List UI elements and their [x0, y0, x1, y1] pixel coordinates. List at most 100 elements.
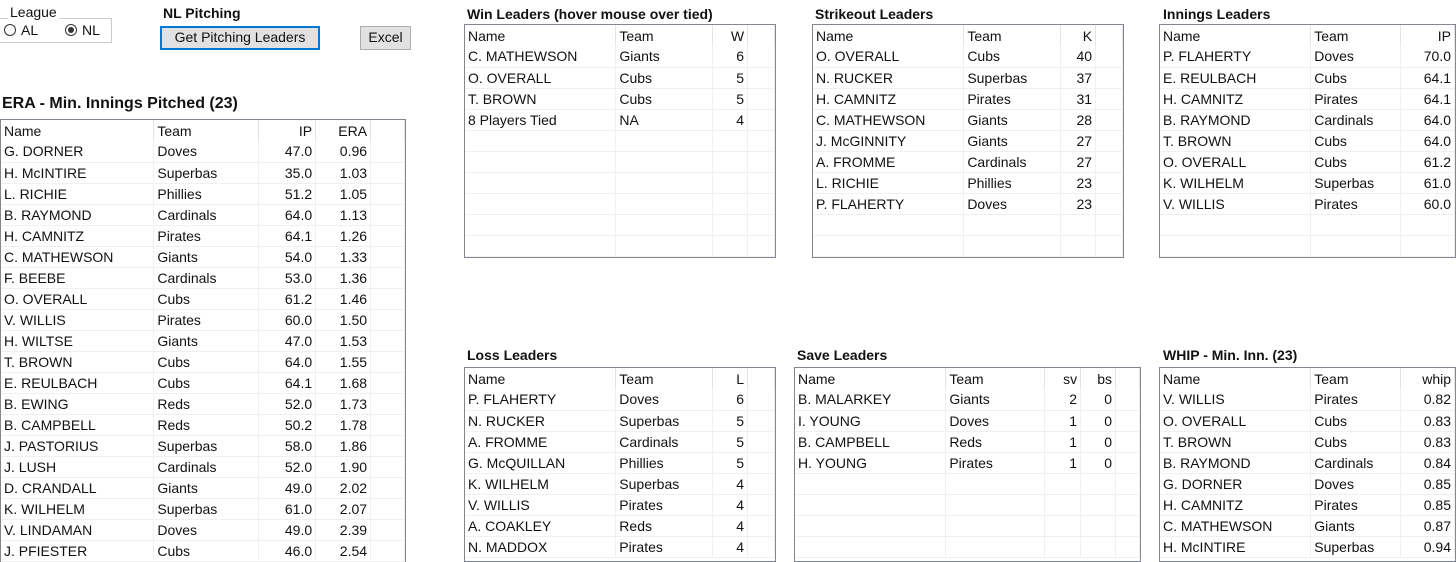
- column-header-cell[interactable]: Name: [1160, 25, 1312, 46]
- column-header-cell[interactable]: W: [712, 25, 749, 46]
- table-row[interactable]: V. LINDAMAN Doves 49.0 2.39: [1, 519, 405, 541]
- excel-button[interactable]: Excel: [360, 26, 411, 50]
- table-row[interactable]: O. OVERALL Cubs 61.2 1.46: [1, 288, 405, 310]
- table-row[interactable]: E. REULBACH Cubs 64.1 1.68: [1, 372, 405, 394]
- table-row[interactable]: B. CAMPBELL Reds 50.2 1.78: [1, 414, 405, 436]
- table-row[interactable]: C. MATHEWSON Giants 0.87: [1160, 515, 1455, 537]
- table-row[interactable]: O. OVERALL Cubs 61.2: [1160, 151, 1455, 173]
- empty-row[interactable]: [813, 235, 1123, 257]
- table-row[interactable]: 8 Players Tied NA 4: [465, 109, 775, 131]
- era-table[interactable]: Name Team IP ERA G. DORNER Doves 47.0 0.96 H. Mc…: [0, 119, 406, 562]
- column-header-cell[interactable]: Team: [1310, 368, 1402, 389]
- table-row[interactable]: N. RUCKER Superbas 5: [465, 410, 775, 432]
- empty-row[interactable]: [465, 172, 775, 194]
- table-row[interactable]: A. FROMME Cardinals 27: [813, 151, 1123, 173]
- table-row[interactable]: P. FLAHERTY Doves 6: [465, 389, 775, 411]
- table-row[interactable]: G. DORNER Doves 0.85: [1160, 473, 1455, 495]
- column-header-cell[interactable]: Team: [963, 25, 1062, 46]
- table-row[interactable]: P. FLAHERTY Doves 70.0: [1160, 46, 1455, 68]
- table-row[interactable]: H. CAMNITZ Pirates 31: [813, 88, 1123, 110]
- table-row[interactable]: C. MATHEWSON Giants 28: [813, 109, 1123, 131]
- column-header-cell[interactable]: Team: [945, 368, 1046, 389]
- whip-table[interactable]: Name Team whip V. WILLIS Pirates 0.82 O. OVERA…: [1159, 367, 1456, 562]
- table-row[interactable]: H. YOUNG Pirates 1 0: [795, 452, 1140, 474]
- table-row[interactable]: G. DORNER Doves 47.0 0.96: [1, 141, 405, 163]
- strikeouts-table[interactable]: Name Team K O. OVERALL Cubs 40 N. RUCKER Superb…: [812, 24, 1124, 258]
- column-header-cell[interactable]: L: [712, 368, 749, 389]
- column-header-cell[interactable]: Name: [465, 368, 617, 389]
- table-row[interactable]: K. WILHELM Superbas 61.0: [1160, 172, 1455, 194]
- column-header-cell[interactable]: [747, 368, 775, 389]
- column-header-cell[interactable]: ERA: [315, 120, 372, 141]
- radio-al[interactable]: AL: [4, 22, 38, 38]
- column-header-cell[interactable]: [1095, 25, 1123, 46]
- table-row[interactable]: D. CRANDALL Giants 49.0 2.02: [1, 477, 405, 499]
- table-row[interactable]: V. WILLIS Pirates 60.0: [1160, 193, 1455, 215]
- column-header-cell[interactable]: Team: [1310, 25, 1402, 46]
- column-header-cell[interactable]: K: [1060, 25, 1097, 46]
- column-header-cell[interactable]: IP: [1400, 25, 1455, 46]
- column-header-cell[interactable]: Team: [153, 120, 260, 141]
- table-row[interactable]: V. WILLIS Pirates 4: [465, 494, 775, 516]
- empty-row[interactable]: [795, 515, 1140, 537]
- empty-row[interactable]: [465, 214, 775, 236]
- column-header-cell[interactable]: Name: [795, 368, 947, 389]
- table-row[interactable]: G. McQUILLAN Phillies 5: [465, 452, 775, 474]
- table-row[interactable]: E. REULBACH Cubs 64.1: [1160, 67, 1455, 89]
- get-pitching-leaders-button[interactable]: Get Pitching Leaders: [160, 26, 320, 50]
- table-row[interactable]: L. RICHIE Phillies 51.2 1.05: [1, 183, 405, 205]
- table-row[interactable]: A. FROMME Cardinals 5: [465, 431, 775, 453]
- empty-row[interactable]: [465, 130, 775, 152]
- table-row[interactable]: A. COAKLEY Reds 4: [465, 515, 775, 537]
- table-row[interactable]: H. WILTSE Giants 47.0 1.53: [1, 330, 405, 352]
- table-row[interactable]: N. RUCKER Superbas 37: [813, 67, 1123, 89]
- table-row[interactable]: J. LUSH Cardinals 52.0 1.90: [1, 456, 405, 478]
- table-row[interactable]: B. RAYMOND Cardinals 64.0: [1160, 109, 1455, 131]
- table-row[interactable]: F. BEEBE Cardinals 53.0 1.36: [1, 267, 405, 289]
- column-header-cell[interactable]: bs: [1080, 368, 1117, 389]
- empty-row[interactable]: [795, 473, 1140, 495]
- table-row[interactable]: H. CAMNITZ Pirates 0.85: [1160, 494, 1455, 516]
- column-header-cell[interactable]: whip: [1400, 368, 1455, 389]
- table-row[interactable]: T. BROWN Cubs 0.83: [1160, 431, 1455, 453]
- table-row[interactable]: T. BROWN Cubs 5: [465, 88, 775, 110]
- table-row[interactable]: J. PASTORIUS Superbas 58.0 1.86: [1, 435, 405, 457]
- table-row[interactable]: C. MATHEWSON Giants 54.0 1.33: [1, 246, 405, 268]
- table-row[interactable]: P. FLAHERTY Doves 23: [813, 193, 1123, 215]
- column-header-cell[interactable]: sv: [1044, 368, 1082, 389]
- column-header-cell[interactable]: [370, 120, 405, 141]
- losses-table[interactable]: Name Team L P. FLAHERTY Doves 6 N. RUCKER Super…: [464, 367, 776, 562]
- empty-row[interactable]: [1160, 235, 1455, 257]
- column-header-cell[interactable]: [747, 25, 775, 46]
- table-row[interactable]: H. CAMNITZ Pirates 64.1: [1160, 88, 1455, 110]
- wins-table[interactable]: Name Team W C. MATHEWSON Giants 6 O. OVERALL Cu…: [464, 24, 776, 258]
- table-row[interactable]: T. BROWN Cubs 64.0: [1160, 130, 1455, 152]
- empty-row[interactable]: [465, 193, 775, 215]
- table-row[interactable]: O. OVERALL Cubs 40: [813, 46, 1123, 68]
- column-header-cell[interactable]: Name: [1, 120, 155, 141]
- empty-row[interactable]: [813, 214, 1123, 236]
- table-row[interactable]: J. PFIESTER Cubs 46.0 2.54: [1, 540, 405, 562]
- table-row[interactable]: K. WILHELM Superbas 4: [465, 473, 775, 495]
- empty-row[interactable]: [465, 151, 775, 173]
- column-header-cell[interactable]: Name: [465, 25, 617, 46]
- table-row[interactable]: I. YOUNG Doves 1 0: [795, 410, 1140, 432]
- table-row[interactable]: N. MADDOX Pirates 4: [465, 536, 775, 558]
- table-row[interactable]: B. RAYMOND Cardinals 0.84: [1160, 452, 1455, 474]
- column-header-cell[interactable]: Name: [813, 25, 965, 46]
- table-row[interactable]: T. BROWN Cubs 64.0 1.55: [1, 351, 405, 373]
- table-row[interactable]: O. OVERALL Cubs 0.83: [1160, 410, 1455, 432]
- table-row[interactable]: B. EWING Reds 52.0 1.73: [1, 393, 405, 415]
- column-header-cell[interactable]: IP: [258, 120, 317, 141]
- table-row[interactable]: V. WILLIS Pirates 60.0 1.50: [1, 309, 405, 331]
- table-row[interactable]: B. CAMPBELL Reds 1 0: [795, 431, 1140, 453]
- table-row[interactable]: H. CAMNITZ Pirates 64.1 1.26: [1, 225, 405, 247]
- column-header-cell[interactable]: [1115, 368, 1140, 389]
- table-row[interactable]: K. WILHELM Superbas 61.0 2.07: [1, 498, 405, 520]
- empty-row[interactable]: [1160, 214, 1455, 236]
- saves-table[interactable]: Name Team sv bs B. MALARKEY Giants 2 0 I. YOUNG D…: [794, 367, 1141, 562]
- column-header-cell[interactable]: Name: [1160, 368, 1312, 389]
- table-row[interactable]: V. WILLIS Pirates 0.82: [1160, 389, 1455, 411]
- table-row[interactable]: H. McINTIRE Superbas 35.0 1.03: [1, 162, 405, 184]
- radio-nl[interactable]: NL: [65, 22, 100, 38]
